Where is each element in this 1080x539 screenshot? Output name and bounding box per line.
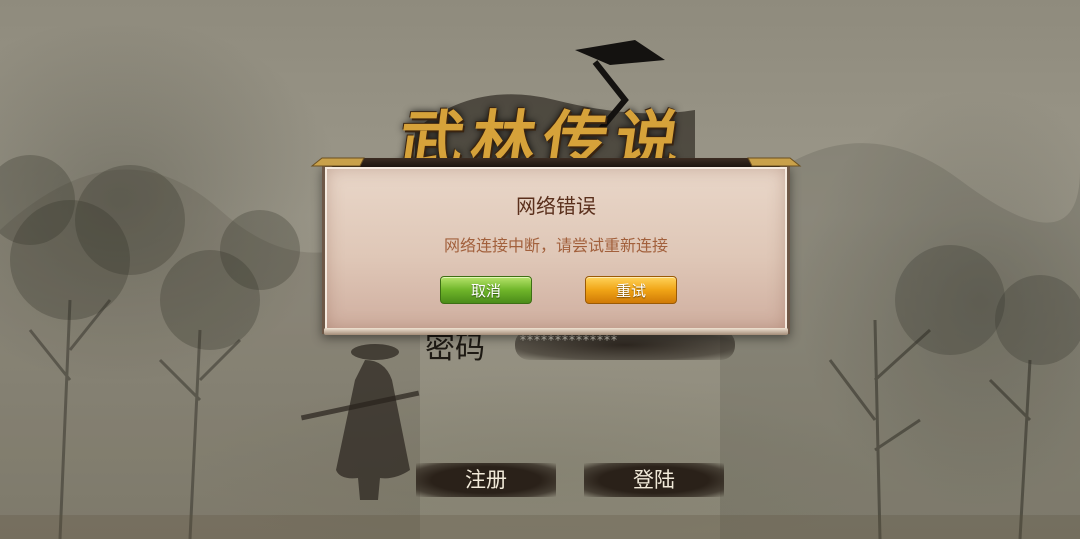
password-mask: ************** — [520, 333, 618, 347]
register-button[interactable]: 注册 — [416, 463, 556, 497]
network-error-dialog: 网络错误 网络连接中断，请尝试重新连接 取消 重试 — [310, 157, 802, 335]
game-logo: 武林传说 — [394, 40, 705, 179]
dialog-title: 网络错误 — [516, 194, 596, 218]
right-corner-ornament-icon — [747, 157, 802, 167]
cancel-button[interactable]: 取消 — [440, 276, 532, 304]
dialog-top-bar — [330, 158, 782, 167]
login-button[interactable]: 登陆 — [584, 463, 724, 497]
left-corner-ornament-icon — [310, 157, 365, 167]
dialog-bottom-bar — [324, 328, 788, 335]
dialog-message: 网络连接中断，请尝试重新连接 — [443, 236, 668, 255]
retry-button[interactable]: 重试 — [585, 276, 677, 304]
